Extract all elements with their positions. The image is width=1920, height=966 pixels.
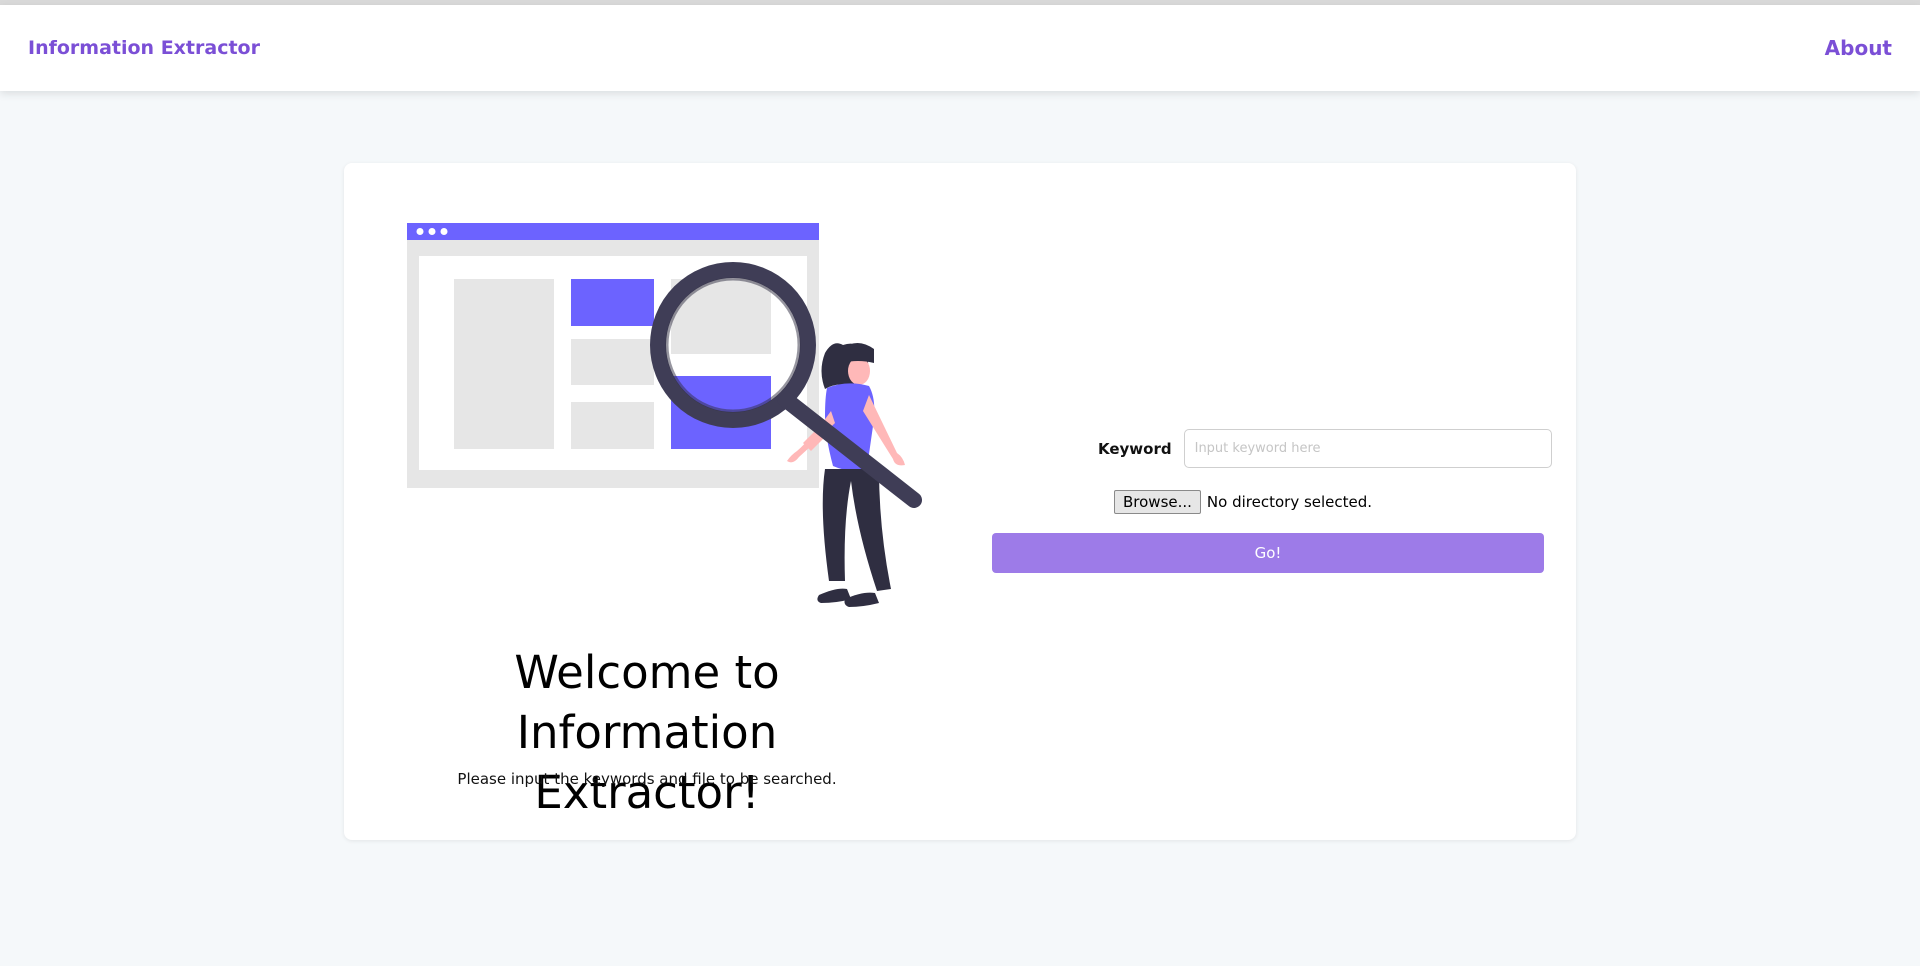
- welcome-line-1: Welcome to: [514, 646, 780, 699]
- navbar: Information Extractor About: [0, 5, 1920, 91]
- browse-button[interactable]: Browse...: [1114, 490, 1201, 514]
- directory-status: No directory selected.: [1206, 493, 1373, 511]
- welcome-heading: Welcome to Information Extractor!: [404, 643, 890, 823]
- keyword-label: Keyword: [1098, 439, 1172, 458]
- keyword-row: Keyword: [1098, 429, 1552, 468]
- brand-link[interactable]: Information Extractor: [28, 37, 260, 59]
- main-card: Welcome to Information Extractor! Please…: [344, 163, 1576, 840]
- go-button[interactable]: Go!: [992, 533, 1544, 573]
- search-illustration: [407, 223, 922, 607]
- welcome-line-2: Information Extractor!: [516, 706, 778, 819]
- about-link[interactable]: About: [1825, 36, 1892, 60]
- keyword-input[interactable]: [1183, 429, 1552, 468]
- welcome-subtitle: Please input the keywords and file to be…: [457, 770, 837, 788]
- directory-row: Browse... No directory selected.: [1114, 490, 1372, 514]
